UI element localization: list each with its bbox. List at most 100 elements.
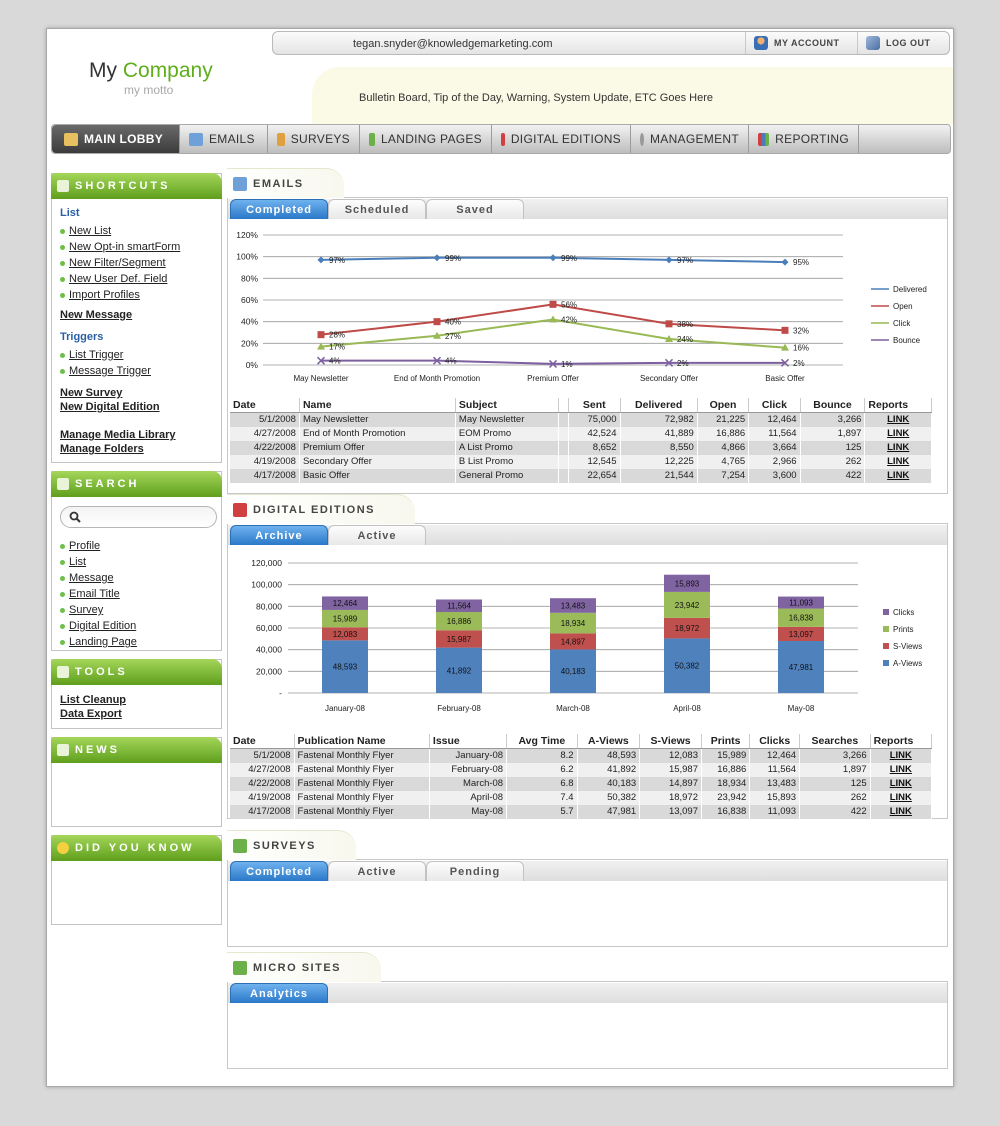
nav-surveys[interactable]: SURVEYS [268,125,360,153]
search-email-title[interactable]: Email Title [60,586,213,602]
new-survey-link[interactable]: New Survey [60,387,213,399]
table-cell: 1,897 [799,762,871,777]
search-survey[interactable]: Survey [60,602,213,618]
bullet-icon [60,276,65,282]
tab-completed[interactable]: Completed [230,199,328,219]
nav-management[interactable]: MANAGEMENT [631,125,749,153]
bullet-icon [60,639,65,645]
shortcut-message-trigger[interactable]: Message Trigger [60,363,213,379]
legend-label: Delivered [893,285,927,294]
tab-archive[interactable]: Archive [230,525,328,545]
table-cell: 125 [800,440,866,455]
new-digital-edition-link[interactable]: New Digital Edition [60,401,213,413]
x-tick-label: February-08 [437,704,481,713]
column-header: Date [230,734,295,749]
shortcut-new-field[interactable]: New User Def. Field [60,271,213,287]
report-link[interactable]: LINK [890,792,912,803]
table-cell: 3,664 [748,440,801,455]
y-tick-label: 40,000 [256,645,282,655]
shortcut-new-list[interactable]: New List [60,223,213,239]
shortcut-new-optin[interactable]: New Opt-in smartForm [60,239,213,255]
new-message-link[interactable]: New Message [60,309,213,321]
table-cell: Basic Offer [299,468,456,483]
table-cell: B List Promo [455,454,560,469]
report-link[interactable]: LINK [890,764,912,775]
table-cell: 4/17/2008 [230,468,300,483]
data-export-link[interactable]: Data Export [60,708,213,720]
news-icon [57,744,69,756]
my-account-button[interactable]: MY ACCOUNT [745,32,857,54]
data-point [317,256,325,264]
search-list[interactable]: List [60,554,213,570]
list-cleanup-link[interactable]: List Cleanup [60,694,213,706]
lightbulb-icon [57,842,69,854]
table-cell: 22,654 [568,468,621,483]
table-cell: 12,464 [749,748,801,763]
x-tick-label: January-08 [325,704,366,713]
y-tick-label: 120% [236,230,258,240]
search-profile[interactable]: Profile [60,538,213,554]
x-tick-label: Premium Offer [527,374,579,383]
company-logo[interactable]: My Company [89,59,213,83]
nav-main-lobby[interactable]: MAIN LOBBY [52,125,180,153]
report-link[interactable]: LINK [890,750,912,761]
log-out-button[interactable]: LOG OUT [857,32,949,54]
report-link[interactable]: LINK [890,778,912,789]
search-landing-page[interactable]: Landing Page [60,634,213,650]
bullet-icon [60,607,65,613]
emails-line-chart: 0% 20% 40% 60% 80% 100% 120% May Newsletter End … [236,230,927,383]
manage-folders-link[interactable]: Manage Folders [60,443,213,455]
x-tick-label: May-08 [788,704,815,713]
data-point [781,326,789,334]
shortcut-new-filter[interactable]: New Filter/Segment [60,255,213,271]
x-tick-label: March-08 [556,704,590,713]
table-cell: 12,464 [748,412,801,427]
report-link[interactable]: LINK [887,456,909,467]
home-icon [64,132,78,146]
search-input[interactable] [60,506,217,528]
report-link[interactable]: LINK [887,442,909,453]
table-cell: 72,982 [620,412,698,427]
table-cell: LINK [864,440,932,455]
manage-media-link[interactable]: Manage Media Library [60,429,213,441]
shortcut-import-profiles[interactable]: Import Profiles [60,287,213,303]
report-link[interactable]: LINK [887,414,909,425]
tab-analytics[interactable]: Analytics [230,983,328,1003]
tab-scheduled[interactable]: Scheduled [328,199,426,219]
nav-landing-pages[interactable]: LANDING PAGES [360,125,492,153]
nav-digital-editions[interactable]: DIGITAL EDITIONS [492,125,631,153]
report-link[interactable]: LINK [887,470,909,481]
pdf-icon [501,132,505,146]
search-digital-edition[interactable]: Digital Edition [60,618,213,634]
nav-reporting[interactable]: REPORTING [749,125,859,153]
report-link[interactable]: LINK [887,428,909,439]
tab-saved[interactable]: Saved [426,199,524,219]
search-message[interactable]: Message [60,570,213,586]
survey-icon [277,132,285,146]
surveys-panel-tab: SURVEYS [227,830,356,860]
shortcut-list-trigger[interactable]: List Trigger [60,347,213,363]
data-label: 2% [793,359,805,368]
bulletin-board: Bulletin Board, Tip of the Day, Warning,… [312,67,953,125]
table-cell: LINK [870,776,933,791]
nav-emails[interactable]: EMAILS [180,125,268,153]
surveys-subtabs: Completed Active Pending [228,861,947,881]
table-cell: 15,893 [749,790,801,805]
table-cell: Fastenal Monthly Flyer [294,790,430,805]
data-label: 27% [445,332,461,341]
y-tick-label: 80,000 [256,601,282,611]
bullet-icon [60,368,65,374]
table-cell: 12,225 [620,454,698,469]
tab-active[interactable]: Active [328,525,426,545]
legend-label: Open [893,302,913,311]
tab-completed[interactable]: Completed [230,861,328,881]
search-box: SEARCH Profile List Message Email Title … [51,471,222,651]
bullet-icon [60,591,65,597]
tab-active[interactable]: Active [328,861,426,881]
column-header: Open [697,398,750,413]
tab-pending[interactable]: Pending [426,861,524,881]
table-cell: 4/27/2008 [230,426,300,441]
report-link[interactable]: LINK [890,806,912,817]
data-label: 40,183 [561,667,586,676]
surveys-panel: SURVEYS Completed Active Pending [227,830,948,947]
